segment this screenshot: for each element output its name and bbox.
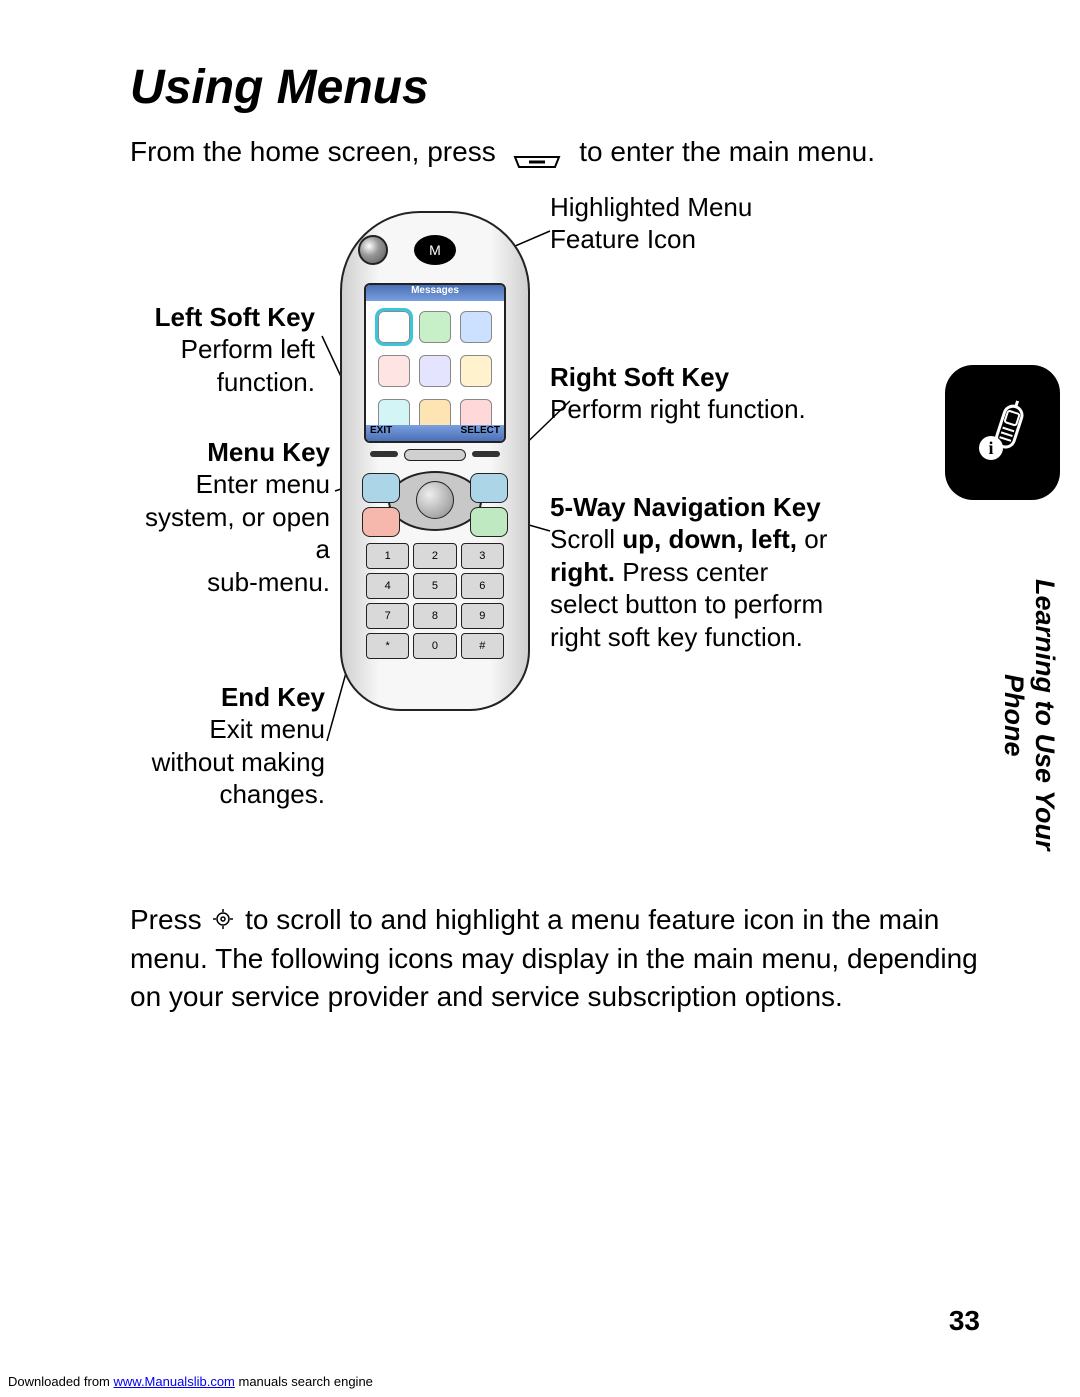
page-heading: Using Menus [130,60,990,115]
menu-icon [419,311,451,343]
phone-camera [358,235,388,265]
side-key [470,473,508,503]
send-key-button [470,507,508,537]
footer-suffix: manuals search engine [235,1374,373,1389]
chapter-title: Learning to Use Your Phone [945,535,1060,895]
scroll-bold: right. [550,557,615,587]
menu-key-button [404,449,466,461]
callout-highlighted: Highlighted Menu Feature Icon [550,191,830,256]
phone-diagram: M Messages EXIT SELECT [130,201,990,891]
key: 4 [366,573,409,599]
download-footer: Downloaded from www.Manualslib.com manua… [8,1374,373,1389]
menu-icon-selected [378,311,410,343]
footer-link[interactable]: www.Manualslib.com [114,1374,235,1389]
nav-center [416,481,454,519]
screen-status: Messages [366,285,504,301]
key: 1 [366,543,409,569]
menu-icon [460,311,492,343]
key: 3 [461,543,504,569]
intro-paragraph: From the home screen, press to enter the… [130,133,990,171]
para-part1: Press [130,904,209,935]
menu-key-icon [511,143,563,161]
scroll-prefix: Scroll [550,524,622,554]
side-key [362,473,400,503]
left-soft-key-button [370,451,398,457]
key: * [366,633,409,659]
manual-page: Using Menus From the home screen, press … [0,0,1080,1397]
callout-body: Exit menu without making changes. [125,713,325,811]
end-key-button [362,507,400,537]
key: 5 [413,573,456,599]
callout-title: End Key [125,681,325,714]
para-part2: to scroll to and highlight a menu featur… [130,904,978,1012]
callout-title: Right Soft Key [550,361,810,394]
phone-logo: M [414,235,456,265]
key: 6 [461,573,504,599]
scroll-bold: up, down, left, [622,524,797,554]
key: 7 [366,603,409,629]
page-number: 33 [949,1305,980,1337]
menu-icon [460,355,492,387]
screen-softbar: EXIT SELECT [366,425,504,441]
callout-body: Enter menu system, or open a sub-menu. [125,468,330,598]
callout-title: Menu Key [125,436,330,469]
callout-title: Left Soft Key [125,301,315,334]
callout-left-soft-key: Left Soft Key Perform left function. [125,301,315,399]
tab-icon-box: i [945,365,1060,500]
callout-menu-key: Menu Key Enter menu system, or open a su… [125,436,330,599]
soft-left-label: EXIT [370,425,392,441]
key: 8 [413,603,456,629]
callout-right-soft-key: Right Soft Key Perform right function. [550,361,810,426]
phone-illustration: M Messages EXIT SELECT [340,211,530,711]
callout-body: Perform left function. [125,333,315,398]
callout-5way-nav: 5-Way Navigation Key Scroll up, down, le… [550,491,830,654]
menu-icon [419,355,451,387]
key: 9 [461,603,504,629]
callout-title: 5-Way Navigation Key [550,491,830,524]
phone-screen: Messages EXIT SELECT [364,283,506,443]
keypad: 1 2 3 4 5 6 7 8 9 * 0 # [366,543,504,659]
callout-end-key: End Key Exit menu without making changes… [125,681,325,811]
right-soft-key-button [472,451,500,457]
nav-key-icon [211,903,235,941]
callout-text: Highlighted Menu Feature Icon [550,192,752,255]
intro-text-1: From the home screen, press [130,133,503,171]
chapter-tab: i Learning to Use Your Phone [945,365,1060,905]
menu-icon [378,355,410,387]
key: 2 [413,543,456,569]
soft-right-label: SELECT [461,425,500,441]
scroll-mid: or [797,524,827,554]
key: # [461,633,504,659]
footer-prefix: Downloaded from [8,1374,114,1389]
body-paragraph: Press to scroll to and highlight a menu … [130,901,990,1016]
callout-body: Perform right function. [550,393,810,426]
svg-text:i: i [988,438,993,458]
phone-info-icon: i [968,398,1038,468]
intro-text-2: to enter the main menu. [571,133,875,171]
callout-body: Scroll up, down, left, or right. Press c… [550,523,830,653]
menu-grid [366,301,504,441]
key: 0 [413,633,456,659]
